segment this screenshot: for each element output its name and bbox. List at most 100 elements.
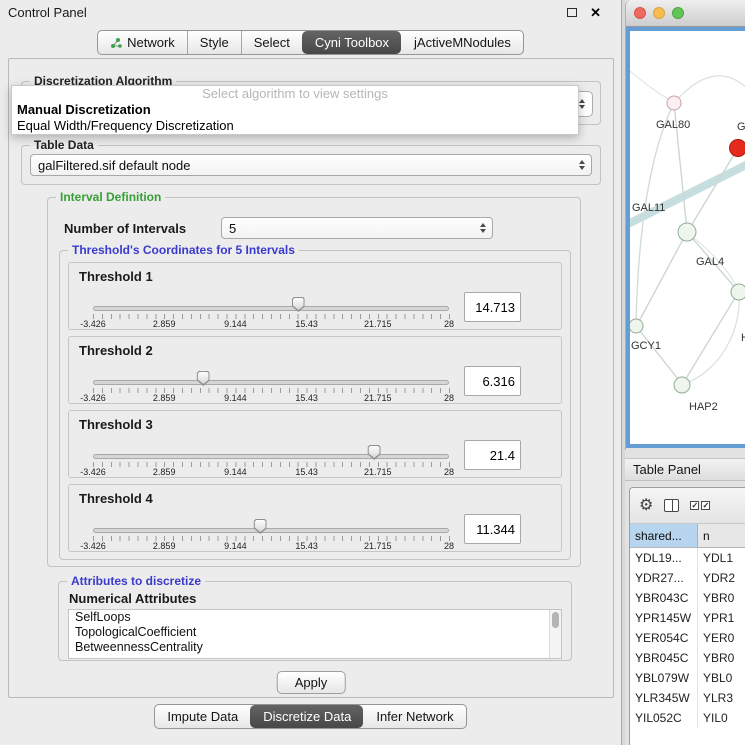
slider-rail [93,519,449,535]
network-edge[interactable] [682,293,738,385]
slider-thumb[interactable] [197,371,210,386]
scale-tick-label: 9.144 [224,467,247,477]
scale-tick-label: 9.144 [224,393,247,403]
table-row[interactable]: YBR043CYBR0 [630,588,745,608]
tab-discretize-data[interactable]: Discretize Data [250,705,363,728]
network-edge[interactable] [674,76,745,103]
scale-tick-label: -3.426 [80,541,106,551]
numerical-attributes-list[interactable]: SelfLoopsTopologicalCoefficientBetweenne… [68,609,562,659]
slider-thumb[interactable] [292,297,305,312]
network-node-label: H [741,332,745,344]
table-cell-shared-name[interactable]: YBR045C [630,648,698,668]
network-tab-icon [110,37,122,49]
checkbox-glyph: ✓ [690,501,699,510]
table-row[interactable]: YLR345WYLR3 [630,688,745,708]
tab-jactivemnodules[interactable]: jActiveMNodules [401,31,523,54]
table-row[interactable]: YDR27...YDR2 [630,568,745,588]
table-cell-name[interactable]: YIL0 [698,708,745,728]
dropdown-hint: Select algorithm to view settings [12,86,578,102]
column-header-name[interactable]: n [698,524,745,547]
tab-style[interactable]: Style [187,31,241,54]
network-node[interactable] [730,140,745,157]
close-icon[interactable]: ✕ [590,6,601,19]
numerical-attributes-heading: Numerical Attributes [69,591,196,606]
table-row[interactable]: YPR145WYPR1 [630,608,745,628]
table-row[interactable]: YDL19...YDL1 [630,548,745,568]
table-cell-shared-name[interactable]: YDL19... [630,548,698,568]
slider-thumb[interactable] [368,445,381,460]
table-cell-name[interactable]: YER0 [698,628,745,648]
scale-tick-label: -3.426 [80,319,106,329]
table-cell-shared-name[interactable]: YDR27... [630,568,698,588]
network-edge[interactable] [630,71,674,102]
threshold-value-field[interactable] [464,440,521,470]
scale-tick-label: 15.43 [295,393,318,403]
table-cell-name[interactable]: YPR1 [698,608,745,628]
network-node[interactable] [674,377,690,393]
network-canvas[interactable]: GAL80GAGAL11GAL4GCY1HAP2H [626,27,745,448]
tab-infer-network[interactable]: Infer Network [363,705,465,728]
network-node[interactable] [678,223,696,241]
zoom-button[interactable] [672,7,684,19]
table-row[interactable]: YBL079WYBL0 [630,668,745,688]
tab-cyni-toolbox[interactable]: Cyni Toolbox [302,31,401,54]
table-row[interactable]: YBR045CYBR0 [630,648,745,668]
table-row[interactable]: YER054CYER0 [630,628,745,648]
threshold-value-field[interactable] [464,514,521,544]
table-row[interactable]: YIL052CYIL0 [630,708,745,728]
scrollbar[interactable] [549,610,561,658]
tab-impute-data[interactable]: Impute Data [155,705,250,728]
network-edge[interactable] [637,232,687,325]
columns-icon[interactable] [664,499,679,512]
network-node[interactable] [731,284,745,300]
table-data-combobox[interactable]: galFiltered.sif default node [30,154,592,176]
tab-select[interactable]: Select [241,31,302,54]
table-cell-name[interactable]: YDR2 [698,568,745,588]
scale-tick-label: -3.426 [80,467,106,477]
table-cell-shared-name[interactable]: YBL079W [630,668,698,688]
attribute-list-item[interactable]: TopologicalCoefficient [69,625,561,640]
table-cell-shared-name[interactable]: YBR043C [630,588,698,608]
table-cell-shared-name[interactable]: YPR145W [630,608,698,628]
algorithm-dropdown-popup: Select algorithm to view settings Manual… [11,85,579,135]
gear-icon[interactable]: ⚙ [639,498,653,514]
scale-tick-label: -3.426 [80,393,106,403]
thresholds-container: Threshold 1 -3.4262.8599.14415.4321.7152… [68,262,562,552]
scale-tick-label: 15.43 [295,467,318,477]
table-cell-name[interactable]: YBL0 [698,668,745,688]
bottom-tabs: Impute Data Discretize Data Infer Networ… [0,704,621,729]
slider-scale: -3.4262.8599.14415.4321.71528 [93,393,449,404]
tab-network[interactable]: Network [98,31,187,54]
tab-label: Infer Network [376,709,453,724]
table-cell-name[interactable]: YDL1 [698,548,745,568]
table-cell-shared-name[interactable]: YIL052C [630,708,698,728]
network-node[interactable] [630,319,643,333]
tab-label: Discretize Data [263,709,351,724]
apply-button[interactable]: Apply [277,671,346,694]
number-of-intervals-combobox[interactable]: 5 [221,217,493,239]
tab-label: Impute Data [167,709,238,724]
dropdown-option-equal-width-frequency[interactable]: Equal Width/Frequency Discretization [12,118,578,134]
table-cell-shared-name[interactable]: YER054C [630,628,698,648]
threshold-value-field[interactable] [464,366,521,396]
attribute-list-item[interactable]: BetweennessCentrality [69,640,561,655]
select-columns-icon[interactable]: ✓ ✓ [690,501,710,510]
dropdown-option-manual-discretization[interactable]: Manual Discretization [12,102,578,118]
slider-rail [93,297,449,313]
table-cell-name[interactable]: YLR3 [698,688,745,708]
threshold-value-field[interactable] [464,292,521,322]
tab-label: Cyni Toolbox [315,35,389,50]
slider-thumb[interactable] [254,519,267,534]
minimize-button[interactable] [653,7,665,19]
table-cell-name[interactable]: YBR0 [698,648,745,668]
float-window-icon[interactable] [567,8,577,17]
network-node[interactable] [667,96,681,110]
network-edge[interactable] [636,326,682,384]
threshold-panel: Threshold 4 -3.4262.8599.14415.4321.7152… [68,484,562,552]
close-button[interactable] [634,7,646,19]
table-cell-shared-name[interactable]: YLR345W [630,688,698,708]
column-header-shared-name[interactable]: shared... [630,524,698,547]
scrollbar-thumb[interactable] [552,612,559,628]
table-cell-name[interactable]: YBR0 [698,588,745,608]
attribute-list-item[interactable]: SelfLoops [69,610,561,625]
